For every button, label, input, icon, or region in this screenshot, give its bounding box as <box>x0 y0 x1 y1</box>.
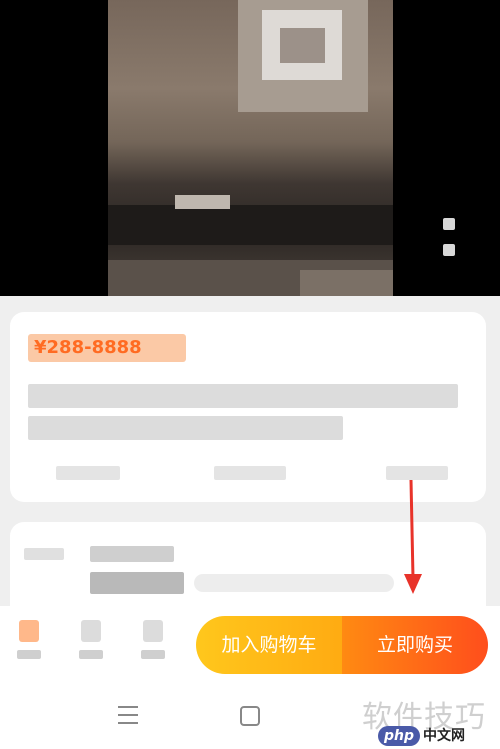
stat-item <box>214 466 286 480</box>
cart-icon <box>143 620 163 642</box>
nav-cart-label <box>141 650 165 659</box>
store-icon <box>19 620 39 642</box>
nav-cart[interactable] <box>138 620 168 670</box>
menu-icon[interactable] <box>118 706 140 726</box>
purchase-button-group: 加入购物车 立即购买 <box>196 616 488 674</box>
video-side-controls[interactable] <box>438 218 460 268</box>
product-title-line <box>28 384 458 408</box>
product-title <box>28 384 458 448</box>
annotation-arrow-icon <box>404 479 422 594</box>
option-spec-name <box>90 546 174 562</box>
mute-icon[interactable] <box>443 218 455 230</box>
watermark-logo-site: 中文网 <box>423 728 466 744</box>
nav-service[interactable] <box>76 620 106 670</box>
stat-item <box>56 466 120 480</box>
watermark-logo: php 中文网 <box>378 725 465 747</box>
nav-store-label <box>17 650 41 659</box>
buy-now-button[interactable]: 立即购买 <box>342 616 488 674</box>
option-label <box>24 548 64 560</box>
product-price: ¥288-8888 <box>28 334 186 362</box>
nav-service-label <box>79 650 103 659</box>
home-icon[interactable] <box>240 706 260 726</box>
fullscreen-icon[interactable] <box>443 244 455 256</box>
option-spec-value <box>90 572 184 594</box>
bottom-action-bar: 加入购物车 立即购买 <box>0 606 500 686</box>
option-pill[interactable] <box>194 574 394 592</box>
product-title-line <box>28 416 343 440</box>
nav-store[interactable] <box>14 620 44 670</box>
product-video[interactable] <box>0 0 500 296</box>
chat-icon <box>81 620 101 642</box>
watermark-logo-php: php <box>378 726 421 746</box>
add-to-cart-button[interactable]: 加入购物车 <box>196 616 342 674</box>
product-stats <box>56 466 456 486</box>
product-info-card: ¥288-8888 <box>10 312 486 502</box>
